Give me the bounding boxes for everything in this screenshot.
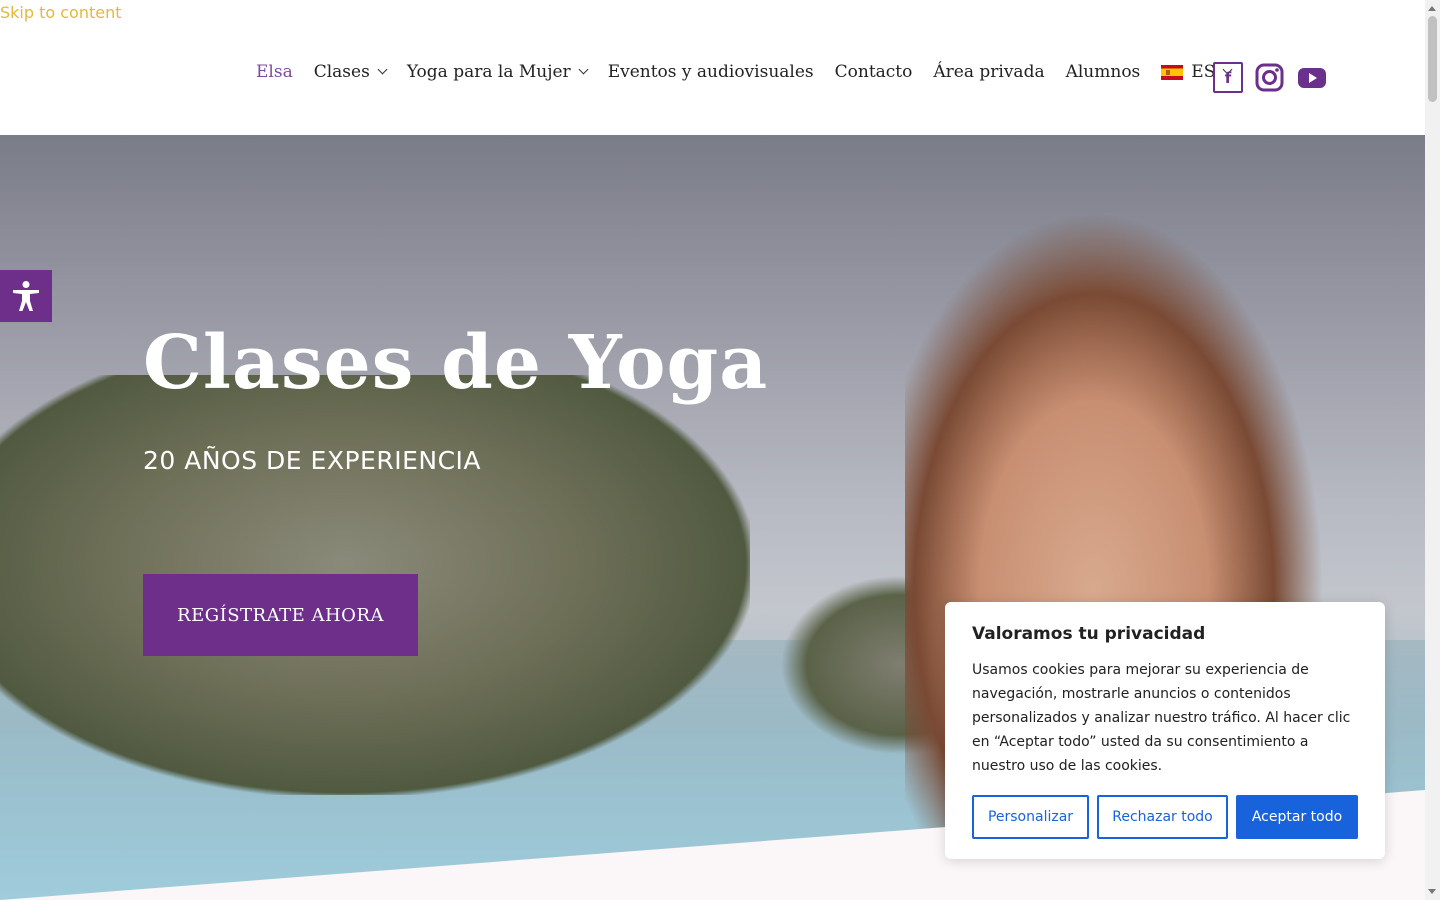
social-links: f xyxy=(1213,62,1326,93)
nav-item-contacto[interactable]: Contacto xyxy=(835,62,913,82)
nav-item-elsa[interactable]: Elsa xyxy=(256,62,293,82)
youtube-glyph xyxy=(1298,67,1326,88)
cookie-title: Valoramos tu privacidad xyxy=(972,624,1206,644)
skip-to-content-link[interactable]: Skip to content xyxy=(0,3,122,22)
nav-item-label: Clases xyxy=(313,62,370,82)
facebook-glyph: f xyxy=(1224,68,1232,87)
cookie-description: Usamos cookies para mejorar su experienc… xyxy=(972,662,1351,774)
spain-flag-icon xyxy=(1161,64,1184,80)
nav-item-label: Eventos y audiovisuales xyxy=(607,62,814,82)
hero-title: Clases de Yoga xyxy=(143,320,769,406)
cookie-consent-banner: Valoramos tu privacidad Usamos cookies p… xyxy=(945,602,1385,859)
nav-item-label: Elsa xyxy=(256,62,293,82)
accept-all-cookies-button[interactable]: Aceptar todo xyxy=(1236,795,1358,839)
instagram-glyph xyxy=(1255,63,1284,92)
cookie-buttons: Personalizar Rechazar todo Aceptar todo xyxy=(972,795,1358,839)
language-label: ES xyxy=(1191,62,1216,82)
nav-item-label: Alumnos xyxy=(1065,62,1141,82)
accessibility-icon xyxy=(13,281,39,311)
nav-item-label: Área privada xyxy=(933,62,1045,82)
nav-item-clases[interactable]: Clases xyxy=(313,62,388,82)
nav-item-label: Contacto xyxy=(834,62,913,82)
reject-all-cookies-button[interactable]: Rechazar todo xyxy=(1097,795,1228,839)
nav-item-eventos[interactable]: Eventos y audiovisuales xyxy=(608,62,814,82)
scrollbar-thumb[interactable] xyxy=(1428,16,1437,102)
customize-cookies-button[interactable]: Personalizar xyxy=(972,795,1089,839)
scroll-up-arrow-icon[interactable] xyxy=(1428,6,1436,11)
nav-item-area-privada[interactable]: Área privada xyxy=(933,62,1044,82)
nav-item-alumnos[interactable]: Alumnos xyxy=(1066,62,1141,82)
instagram-icon[interactable] xyxy=(1255,63,1284,92)
scroll-down-arrow-icon[interactable] xyxy=(1428,889,1436,894)
nav-item-label: Yoga para la Mujer xyxy=(406,62,571,82)
facebook-icon[interactable]: f xyxy=(1213,62,1243,93)
accessibility-button[interactable] xyxy=(0,270,52,322)
page-scrollbar[interactable] xyxy=(1425,0,1440,900)
chevron-down-icon xyxy=(578,64,589,75)
main-nav: Elsa Clases Yoga para la Mujer Eventos y… xyxy=(256,62,1252,82)
youtube-icon[interactable] xyxy=(1298,67,1326,88)
nav-item-yoga-para-la-mujer[interactable]: Yoga para la Mujer xyxy=(406,62,589,82)
site-header: Elsa Clases Yoga para la Mujer Eventos y… xyxy=(0,0,1425,135)
hero-subtitle: 20 AÑOS DE EXPERIENCIA xyxy=(143,446,482,475)
register-now-button[interactable]: REGÍSTRATE AHORA xyxy=(143,574,418,656)
chevron-down-icon xyxy=(377,64,388,75)
